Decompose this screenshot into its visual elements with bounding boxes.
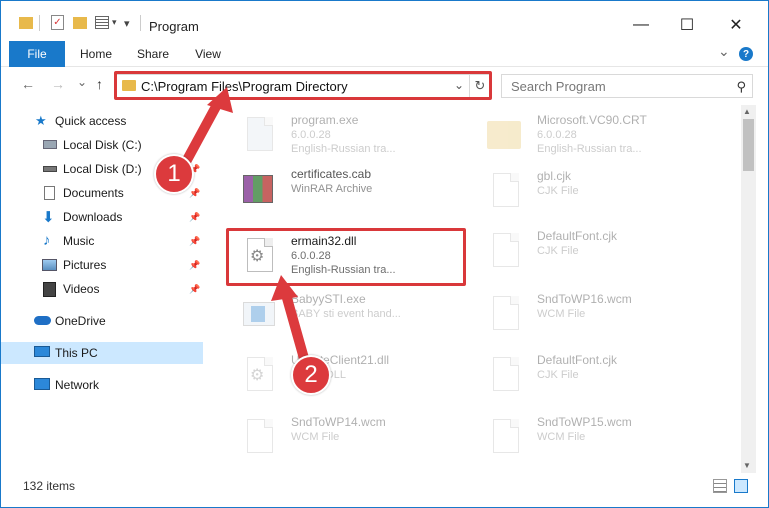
- step-1-badge: 1: [154, 154, 194, 194]
- annotation-arrows: [176, 87, 312, 374]
- arrow-2-head: [271, 275, 298, 301]
- step-2-badge: 2: [291, 355, 331, 395]
- file-explorer-window: ✓ ▾ ▾ Program — ☐ ✕ File Home Share View…: [0, 0, 769, 508]
